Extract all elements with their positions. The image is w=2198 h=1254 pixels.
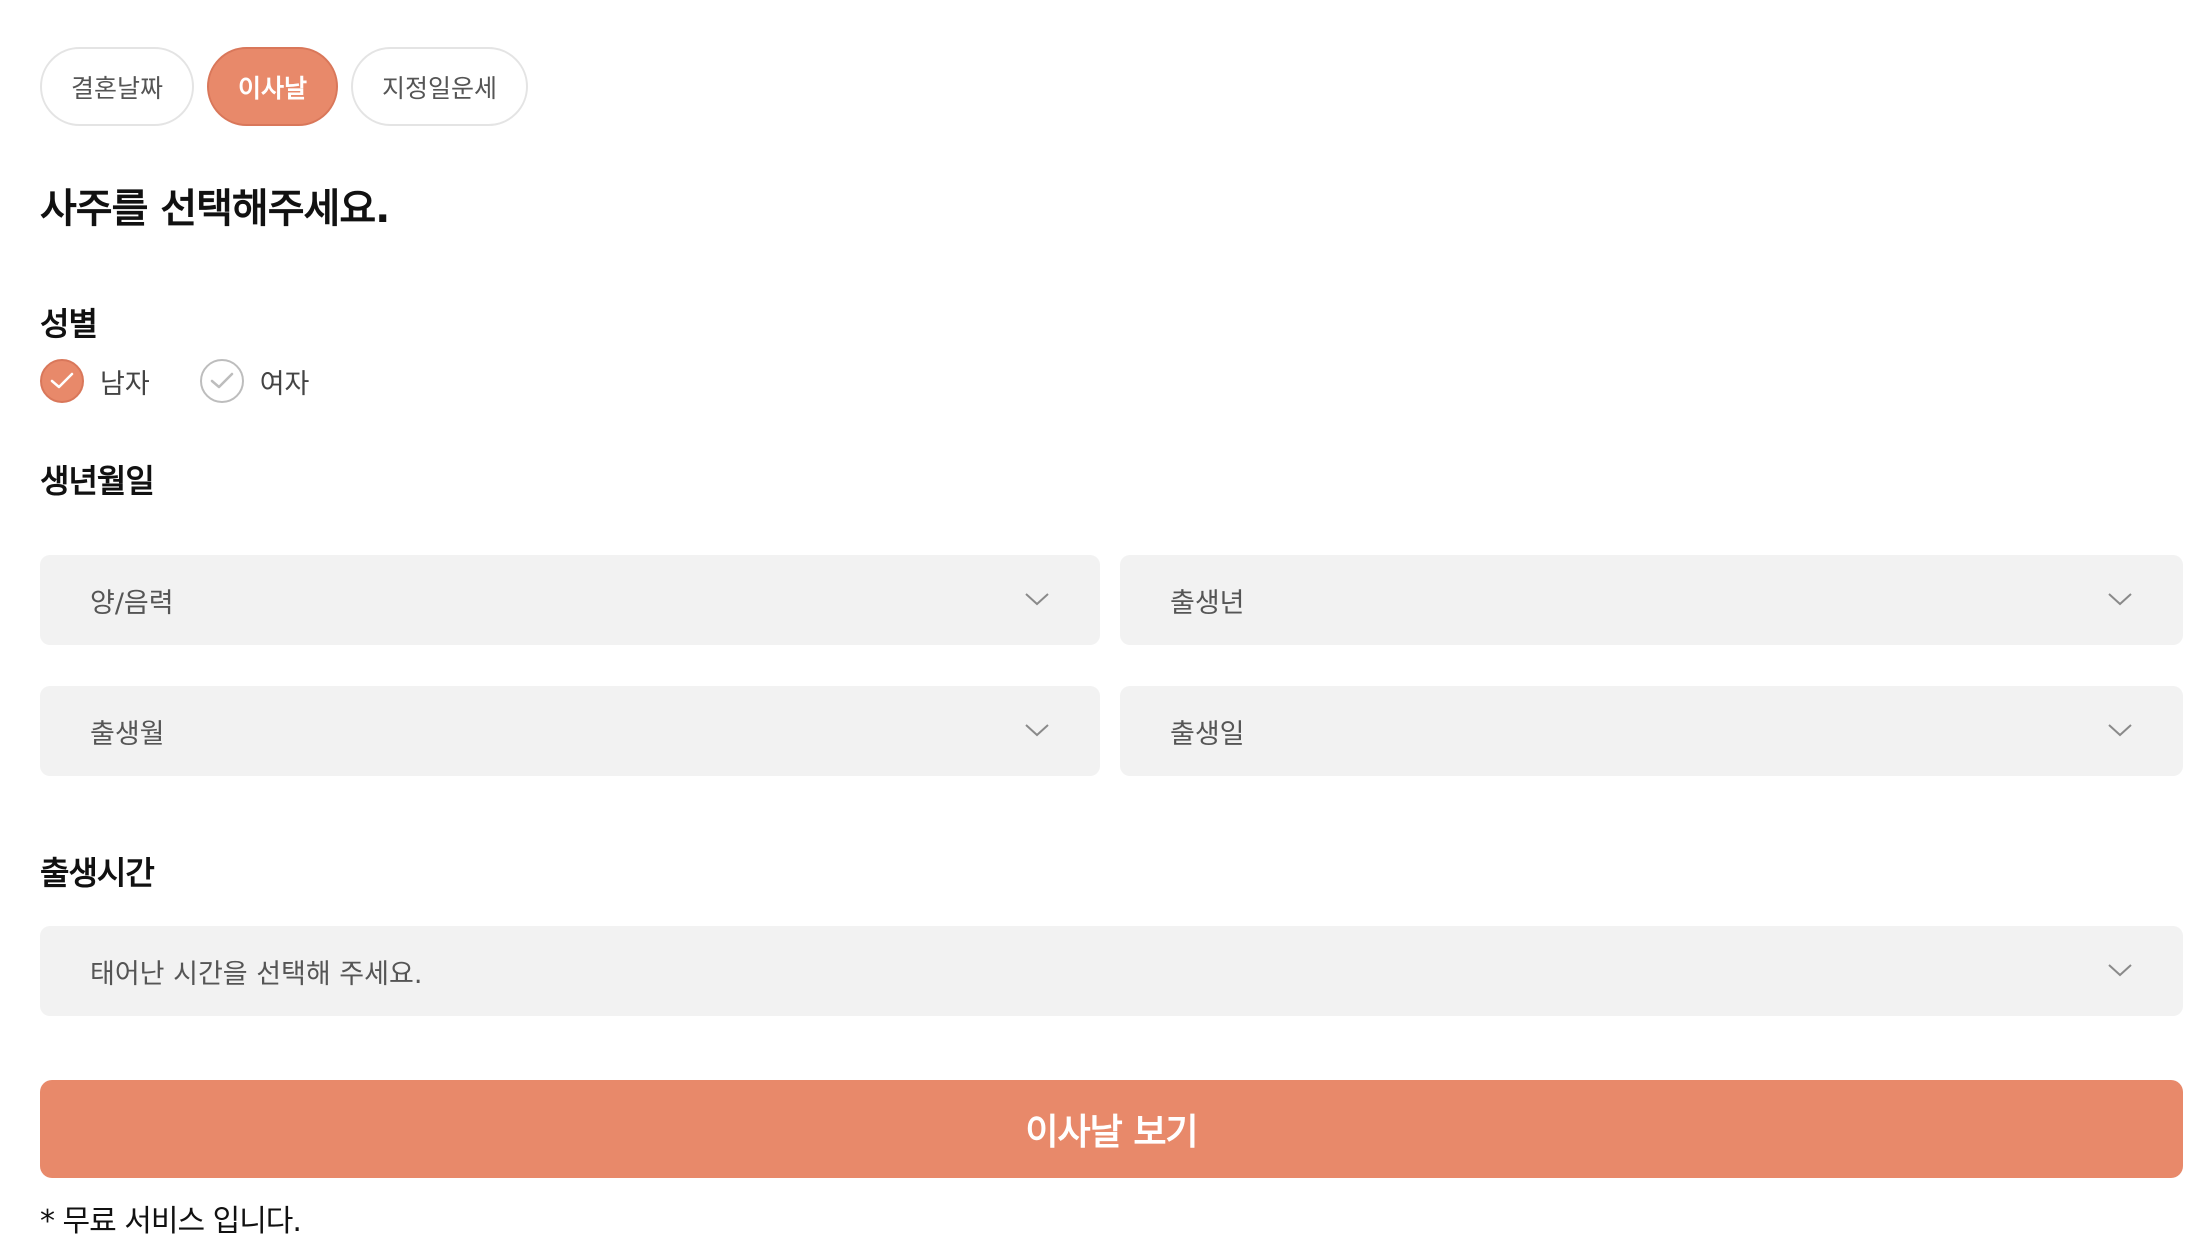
birth-day-placeholder: 출생일	[1170, 718, 1245, 750]
birth-time-select[interactable]: 태어난 시간을 선택해 주세요.	[40, 926, 2183, 1016]
chevron-down-icon	[2108, 964, 2132, 977]
tab-bar: 결혼날짜 이사날 지정일운세	[40, 47, 529, 126]
chevron-down-icon	[2108, 724, 2132, 737]
check-icon[interactable]	[40, 359, 84, 403]
birth-day-select[interactable]: 출생일	[1120, 686, 2183, 776]
view-moving-day-button[interactable]: 이사날 보기	[40, 1080, 2183, 1178]
gender-male-option[interactable]: 남자	[40, 359, 150, 403]
birth-year-select[interactable]: 출생년	[1120, 555, 2183, 645]
check-icon[interactable]	[199, 359, 244, 403]
calendar-type-select[interactable]: 양/음력	[40, 555, 1100, 645]
gender-label: 성별	[40, 305, 98, 343]
chevron-down-icon	[2108, 593, 2132, 606]
free-service-note: * 무료 서비스 입니다.	[40, 1204, 302, 1239]
birth-month-select[interactable]: 출생월	[40, 686, 1100, 776]
birth-date-label: 생년월일	[40, 462, 155, 500]
chevron-down-icon	[1025, 593, 1049, 606]
calendar-type-placeholder: 양/음력	[90, 587, 174, 619]
birth-time-placeholder: 태어난 시간을 선택해 주세요.	[90, 958, 423, 990]
tab-moving-day[interactable]: 이사날	[207, 47, 339, 126]
gender-female-label: 여자	[259, 368, 310, 400]
tab-wedding-date[interactable]: 결혼날짜	[40, 47, 195, 126]
birth-month-placeholder: 출생월	[90, 718, 165, 750]
chevron-down-icon	[1025, 724, 1049, 737]
gender-male-label: 남자	[100, 368, 150, 400]
tab-specific-day-fortune[interactable]: 지정일운세	[351, 47, 529, 126]
gender-radio-group: 남자 여자	[40, 359, 309, 403]
page: 결혼날짜 이사날 지정일운세 사주를 선택해주세요. 성별 남자 여자 생년월일…	[0, 0, 2198, 1254]
birth-time-label: 출생시간	[40, 854, 155, 892]
page-title: 사주를 선택해주세요.	[40, 186, 390, 232]
birth-year-placeholder: 출생년	[1170, 587, 1245, 619]
gender-female-option[interactable]: 여자	[199, 359, 310, 403]
